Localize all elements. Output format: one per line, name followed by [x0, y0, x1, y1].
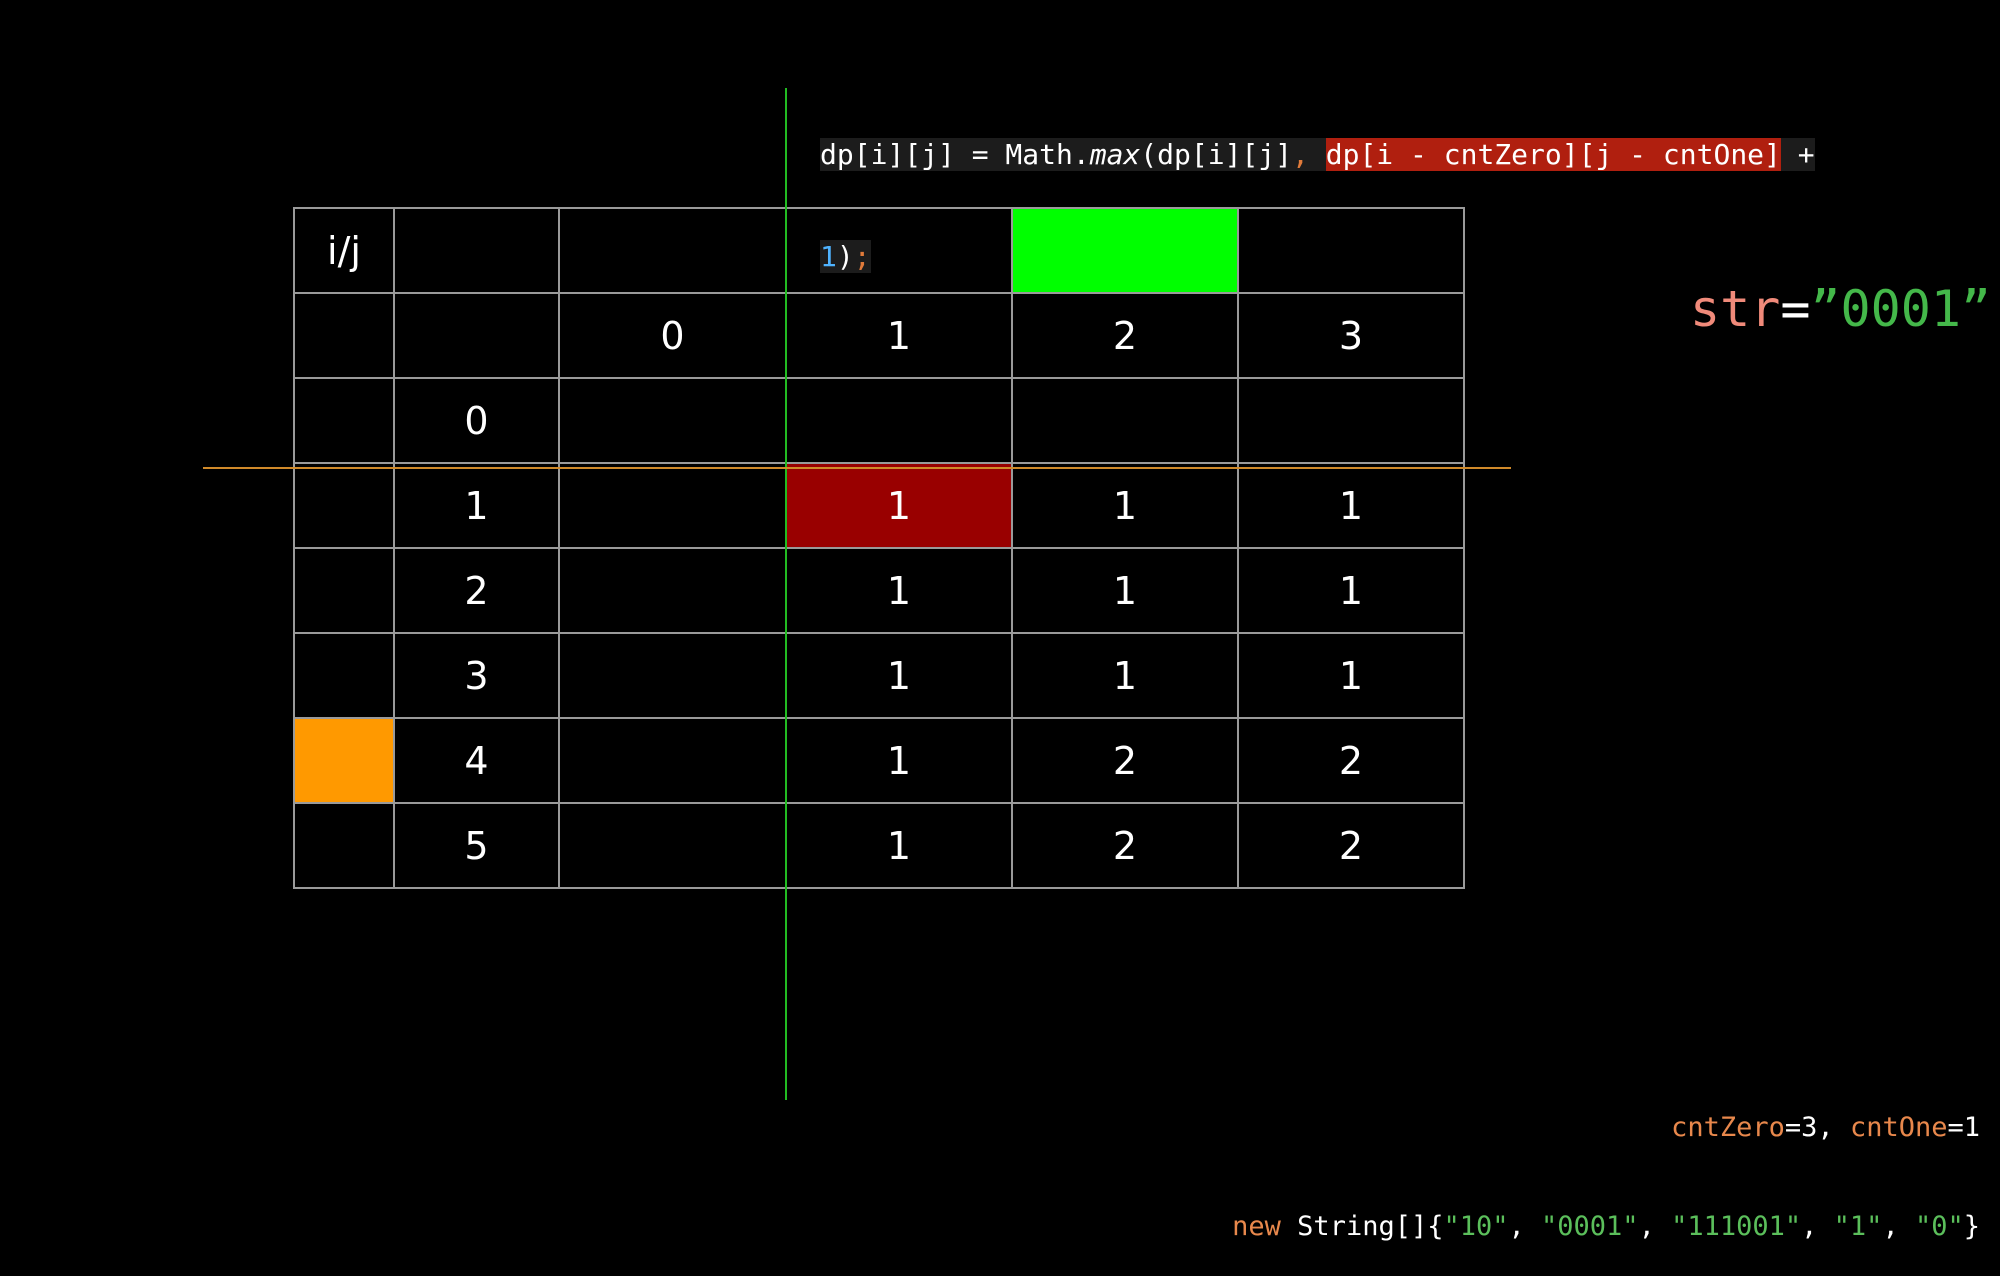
- dp-cell: 2: [1237, 802, 1465, 889]
- new-keyword: new: [1232, 1211, 1281, 1242]
- dp-cell: 1: [785, 632, 1013, 719]
- empty-cell: [785, 207, 1013, 294]
- string-item: "10": [1443, 1211, 1509, 1242]
- table-row: 1 1 1 1: [293, 462, 1465, 549]
- dp-cell: [558, 717, 787, 804]
- row-marker-cell: [293, 547, 395, 634]
- dp-cell: 1: [1011, 547, 1239, 634]
- code-highlight: dp[i - cntZero][j - cntOne]: [1325, 138, 1781, 171]
- code-fn-name: max: [1089, 138, 1141, 171]
- separator: ,: [1508, 1211, 1542, 1242]
- strings-line: new String[]{"10", "0001", "111001", "1"…: [1232, 1210, 1980, 1243]
- cnt-zero-value: =3,: [1784, 1112, 1850, 1143]
- string-item: "111001": [1671, 1211, 1802, 1242]
- bottom-info: cntZero=3, cntOne=1 new String[]{"10", "…: [1232, 1045, 1980, 1276]
- vertical-guide-line: [785, 88, 787, 1100]
- dp-cell: 1: [1237, 462, 1465, 549]
- dp-cell: 1: [1237, 632, 1465, 719]
- code-text: dp[i][j] = Math.: [820, 138, 1090, 171]
- col-header: 0: [558, 292, 787, 379]
- row-marker-cell: [293, 632, 395, 719]
- dp-cell-current: 2: [1011, 717, 1239, 804]
- row-label: 3: [393, 632, 560, 719]
- string-item: "1": [1833, 1211, 1883, 1242]
- str-eq: =: [1780, 280, 1811, 338]
- table-row: 0: [293, 377, 1465, 464]
- code-plus: +: [1780, 138, 1815, 171]
- string-item: "0001": [1541, 1211, 1639, 1242]
- cnt-one-key: cntOne: [1849, 1112, 1948, 1143]
- dp-cell: [785, 377, 1013, 464]
- close-brace: }: [1963, 1211, 1980, 1242]
- row-marker-cell: [293, 462, 395, 549]
- separator: ,: [1801, 1211, 1834, 1242]
- cnt-zero-key: cntZero: [1671, 1112, 1785, 1143]
- row-label: 1: [393, 462, 560, 549]
- dp-cell: 1: [1237, 547, 1465, 634]
- dp-cell: [558, 377, 787, 464]
- str-key: str: [1690, 280, 1781, 338]
- row-label: 0: [393, 377, 560, 464]
- dp-table: i/j 0 1 2 3 0 1 1 1 1 2 1 1 1 3 1 1 1 4 …: [293, 207, 1465, 889]
- table-header-row: i/j: [293, 207, 1465, 294]
- dp-cell: [558, 802, 787, 889]
- col-header: 1: [785, 292, 1013, 379]
- table-row: 4 1 2 2: [293, 717, 1465, 804]
- row-label: 2: [393, 547, 560, 634]
- dp-cell: 1: [785, 802, 1013, 889]
- dp-cell: [558, 462, 787, 549]
- orange-marker-cell: [293, 717, 395, 804]
- str-value: ”0001”: [1810, 280, 1992, 338]
- counts-line: cntZero=3, cntOne=1: [1232, 1111, 1980, 1144]
- table-row: 2 1 1 1: [293, 547, 1465, 634]
- string-item: "0": [1914, 1211, 1964, 1242]
- dp-cell: 2: [1011, 802, 1239, 889]
- table-row: 5 1 2 2: [293, 802, 1465, 889]
- dp-cell: 1: [1011, 462, 1239, 549]
- code-comma: ,: [1292, 138, 1309, 171]
- str-label: str=”0001”: [1690, 280, 1991, 338]
- cnt-one-value: =1: [1947, 1112, 1980, 1143]
- dp-cell-highlight-red: 1: [785, 462, 1013, 549]
- dp-cell: 1: [785, 547, 1013, 634]
- corner-label: i/j: [293, 207, 395, 294]
- col-header: 3: [1237, 292, 1465, 379]
- column-index-row: 0 1 2 3: [293, 292, 1465, 379]
- dp-cell: 2: [1237, 717, 1465, 804]
- dp-cell: [1237, 377, 1465, 464]
- col-header: 2: [1011, 292, 1239, 379]
- row-label: 4: [393, 717, 560, 804]
- row-marker-cell: [293, 377, 395, 464]
- type-text: String[]{: [1280, 1211, 1444, 1242]
- empty-cell: [393, 207, 560, 294]
- dp-cell: 1: [785, 717, 1013, 804]
- row-label: 5: [393, 802, 560, 889]
- dp-cell: [558, 632, 787, 719]
- empty-cell: [293, 292, 395, 379]
- dp-cell: 1: [1011, 632, 1239, 719]
- separator: ,: [1882, 1211, 1915, 1242]
- green-highlight-cell: [1011, 207, 1239, 294]
- empty-cell: [393, 292, 560, 379]
- empty-cell: [1237, 207, 1465, 294]
- dp-cell: [1011, 377, 1239, 464]
- dp-cell: [558, 547, 787, 634]
- row-marker-cell: [293, 802, 395, 889]
- code-text: (dp[i][j]: [1140, 138, 1293, 171]
- separator: ,: [1638, 1211, 1672, 1242]
- horizontal-guide-line: [203, 467, 1511, 469]
- table-row: 3 1 1 1: [293, 632, 1465, 719]
- empty-cell: [558, 207, 787, 294]
